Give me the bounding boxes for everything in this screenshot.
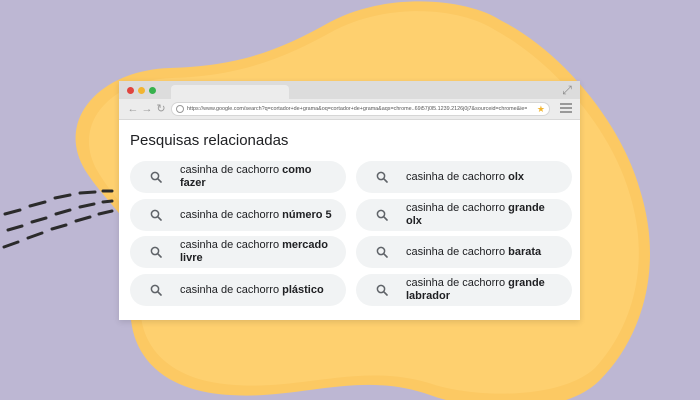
related-search-chip[interactable]: casinha de cachorro grande olx: [356, 199, 572, 231]
expand-icon[interactable]: ⤢: [560, 83, 574, 97]
related-search-chip[interactable]: casinha de cachorro mercado livre: [130, 236, 346, 268]
related-search-label: casinha de cachorro número 5: [180, 208, 332, 221]
search-icon: [150, 209, 162, 221]
browser-toolbar: ← → ↻ https://www.google.com/search?q=co…: [119, 99, 580, 120]
related-search-chip[interactable]: casinha de cachorro olx: [356, 161, 572, 193]
related-searches-heading: Pesquisas relacionadas: [130, 132, 289, 149]
tab-bar: ⤢: [119, 81, 580, 99]
url-text: https://www.google.com/search?q=cortador…: [187, 106, 527, 112]
search-icon: [376, 209, 388, 221]
related-search-label: casinha de cachorro barata: [406, 245, 542, 258]
hamburger-icon[interactable]: [560, 103, 572, 113]
search-icon: [150, 284, 162, 296]
related-search-chip[interactable]: casinha de cachorro plástico: [130, 274, 346, 306]
search-icon: [376, 284, 388, 296]
browser-window: ⤢ ← → ↻ https://www.google.com/search?q=…: [119, 81, 580, 320]
close-window-button[interactable]: [127, 87, 134, 94]
search-icon: [376, 171, 388, 183]
address-bar[interactable]: https://www.google.com/search?q=cortador…: [171, 102, 550, 116]
search-results: Pesquisas relacionadas casinha de cachor…: [119, 120, 580, 320]
related-search-label: casinha de cachorro como fazer: [180, 164, 312, 189]
search-icon: [150, 171, 162, 183]
arrow-right-icon[interactable]: →: [141, 102, 153, 116]
related-search-label: casinha de cachorro mercado livre: [180, 239, 328, 264]
maximize-window-button[interactable]: [149, 87, 156, 94]
related-search-chip[interactable]: casinha de cachorro barata: [356, 236, 572, 268]
related-search-label: casinha de cachorro grande olx: [406, 202, 545, 227]
related-search-label: casinha de cachorro olx: [406, 170, 525, 183]
arrow-left-icon[interactable]: ←: [127, 102, 139, 116]
related-search-chip[interactable]: casinha de cachorro como fazer: [130, 161, 346, 193]
info-icon: [176, 105, 184, 113]
reload-icon[interactable]: ↻: [155, 102, 167, 116]
search-icon: [376, 246, 388, 258]
related-search-chip[interactable]: casinha de cachorro número 5: [130, 199, 346, 231]
minimize-window-button[interactable]: [138, 87, 145, 94]
search-icon: [150, 246, 162, 258]
related-search-label: casinha de cachorro plástico: [180, 283, 324, 296]
star-icon[interactable]: ★: [537, 103, 545, 115]
related-search-label: casinha de cachorro grande labrador: [406, 277, 545, 302]
browser-tab[interactable]: [171, 85, 289, 99]
related-search-chip[interactable]: casinha de cachorro grande labrador: [356, 274, 572, 306]
